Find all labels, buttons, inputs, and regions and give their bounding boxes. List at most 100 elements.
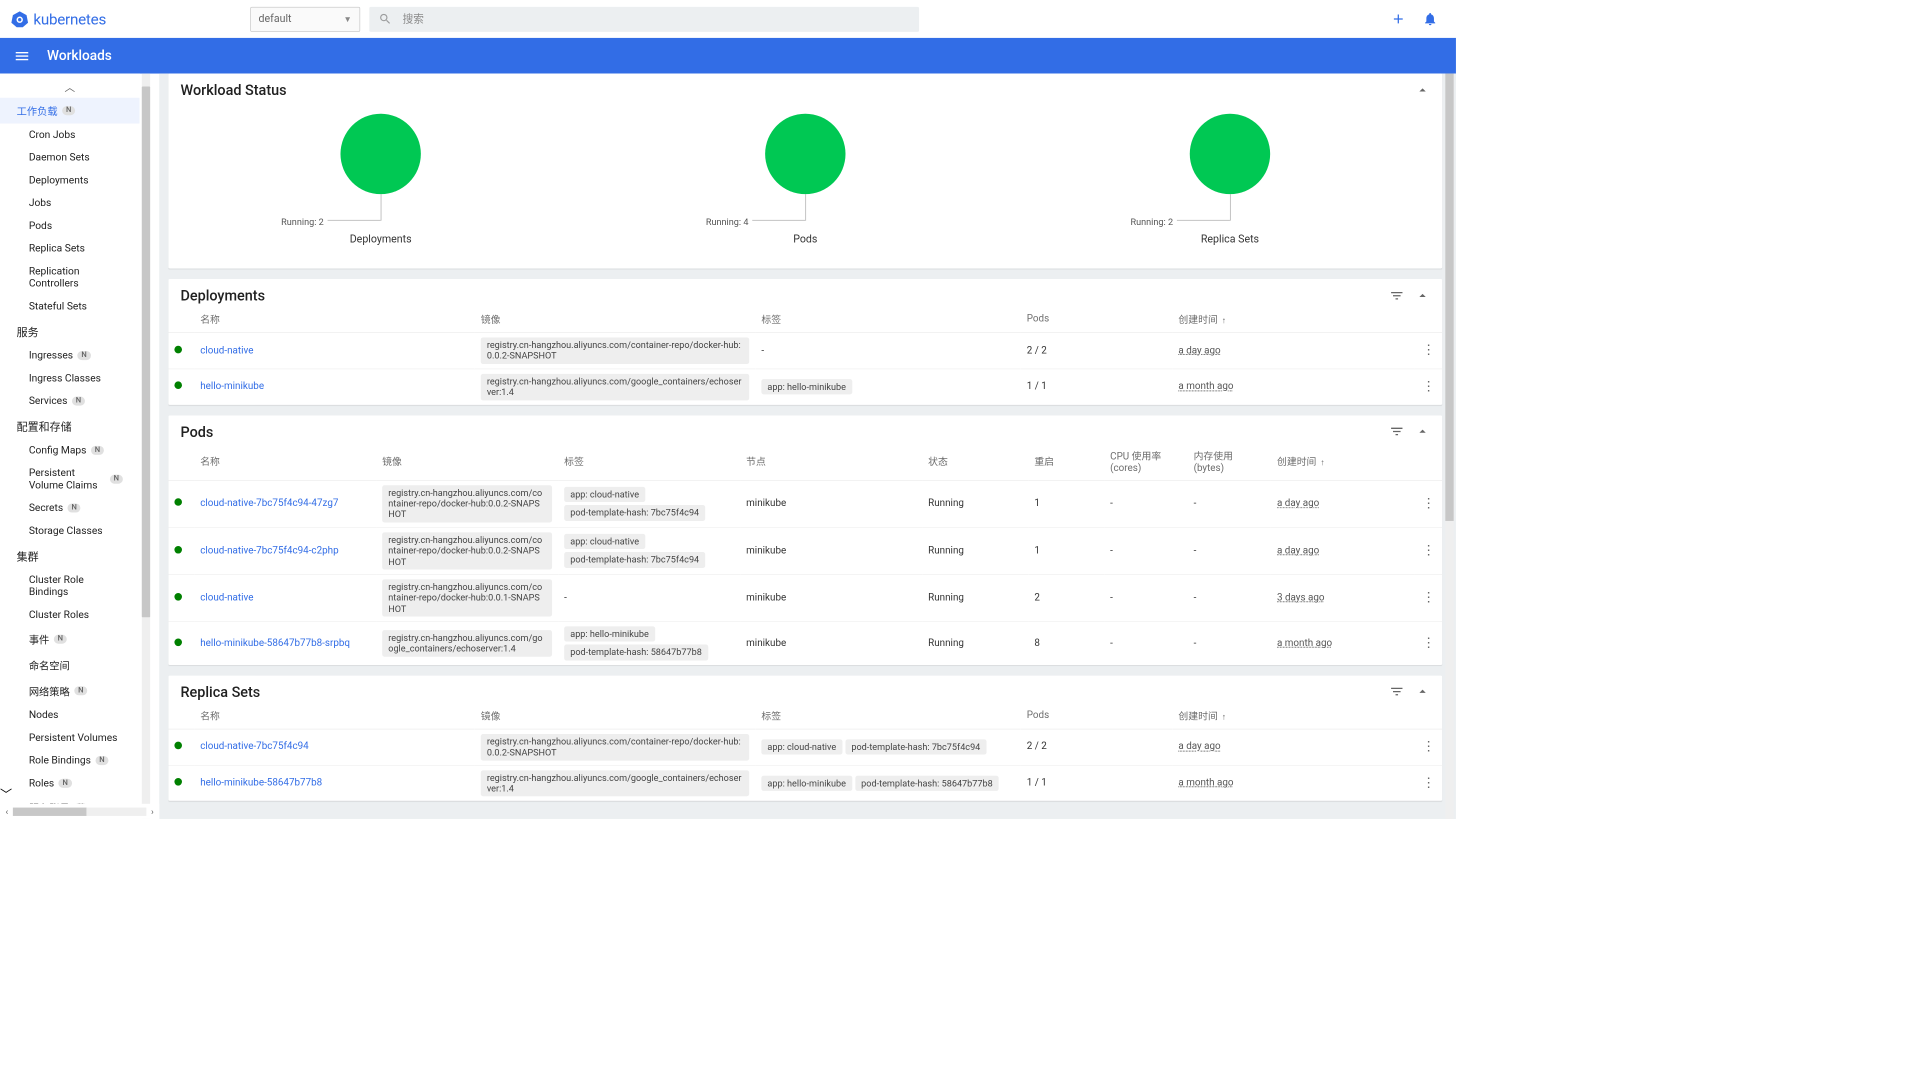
sidebar-item[interactable]: IngressesN: [0, 344, 140, 367]
table-row: hello-minikube-58647b77b8 registry.cn-ha…: [168, 765, 1442, 801]
collapse-icon[interactable]: [1415, 288, 1430, 303]
filter-icon[interactable]: [1389, 684, 1404, 699]
sidebar-item[interactable]: Config MapsN: [0, 439, 140, 462]
sidebar-item[interactable]: Replication Controllers: [0, 260, 140, 295]
sidebar-group-title[interactable]: 集群: [0, 542, 140, 569]
sidebar-h-scrollbar[interactable]: ‹ ›: [0, 804, 159, 819]
name-link[interactable]: hello-minikube: [200, 381, 264, 392]
name-link[interactable]: cloud-native-7bc75f4c94: [200, 741, 309, 752]
content-area: Workload Status Running: 2 Deployments R…: [159, 74, 1456, 819]
name-link[interactable]: cloud-native: [200, 345, 253, 356]
pods-cell: 1 / 1: [1021, 369, 1173, 405]
sidebar-group-title[interactable]: 配置和存储: [0, 413, 140, 440]
sidebar-item[interactable]: Daemon Sets: [0, 146, 140, 169]
sidebar-item[interactable]: 命名空间: [0, 652, 140, 678]
more-icon[interactable]: ⋮: [1422, 378, 1436, 394]
scroll-left-icon[interactable]: ‹: [2, 806, 11, 817]
content-scrollbar[interactable]: [1444, 74, 1456, 819]
image-chip[interactable]: registry.cn-hangzhou.aliyuncs.com/contai…: [481, 734, 749, 760]
sidebar-item[interactable]: Storage Classes: [0, 519, 140, 542]
sidebar-scrollbar[interactable]: [140, 74, 160, 819]
workload-status-card: Workload Status Running: 2 Deployments R…: [168, 74, 1442, 269]
name-link[interactable]: cloud-native: [200, 592, 253, 603]
image-chip[interactable]: registry.cn-hangzhou.aliyuncs.com/contai…: [382, 579, 552, 616]
label-chip[interactable]: app: cloud-native: [761, 739, 842, 754]
more-icon[interactable]: ⋮: [1422, 739, 1436, 755]
more-icon[interactable]: ⋮: [1422, 589, 1436, 605]
collapse-icon[interactable]: [1415, 82, 1430, 97]
image-chip[interactable]: registry.cn-hangzhou.aliyuncs.com/contai…: [382, 532, 552, 569]
label-chip[interactable]: app: hello-minikube: [761, 776, 852, 791]
sidebar-item[interactable]: Jobs: [0, 192, 140, 215]
sidebar-item[interactable]: 网络策略N: [0, 678, 140, 704]
sort-up-icon[interactable]: ↑: [1222, 315, 1226, 325]
table-row: cloud-native-7bc75f4c94 registry.cn-hang…: [168, 729, 1442, 765]
sidebar-item[interactable]: Replica Sets: [0, 237, 140, 260]
label-chip[interactable]: app: cloud-native: [564, 534, 645, 549]
more-icon[interactable]: ⋮: [1422, 342, 1436, 358]
scroll-right-icon[interactable]: ›: [148, 806, 157, 817]
sidebar-item[interactable]: ServicesN: [0, 390, 140, 413]
status-dot: [174, 778, 182, 786]
label-chip[interactable]: pod-template-hash: 58647b77b8: [564, 645, 708, 660]
sidebar-item[interactable]: Cron Jobs: [0, 124, 140, 147]
sidebar-group-title[interactable]: 服务: [0, 318, 140, 345]
more-icon[interactable]: ⋮: [1422, 775, 1436, 791]
sidebar-item[interactable]: Cluster Roles: [0, 604, 140, 627]
name-link[interactable]: cloud-native-7bc75f4c94-c2php: [200, 545, 338, 556]
collapse-icon[interactable]: [1415, 684, 1430, 699]
image-chip[interactable]: registry.cn-hangzhou.aliyuncs.com/google…: [481, 770, 749, 796]
more-icon[interactable]: ⋮: [1422, 635, 1436, 651]
collapse-icon[interactable]: [1415, 424, 1430, 439]
more-icon[interactable]: ⋮: [1422, 542, 1436, 558]
sidebar-item[interactable]: Cluster Role Bindings: [0, 569, 140, 604]
sidebar-item[interactable]: Persistent Volume ClaimsN: [0, 462, 140, 497]
label-chip[interactable]: pod-template-hash: 7bc75f4c94: [564, 552, 705, 567]
restarts-cell: 1: [1028, 527, 1104, 574]
search-input[interactable]: 搜索: [369, 6, 919, 31]
sort-up-icon[interactable]: ↑: [1222, 712, 1226, 722]
sidebar-item-label: Ingress Classes: [29, 372, 101, 384]
restarts-cell: 2: [1028, 574, 1104, 621]
sidebar-item[interactable]: 工作负载N: [0, 98, 140, 124]
sort-up-icon[interactable]: ↑: [1320, 457, 1324, 467]
sidebar-item-label: Cluster Roles: [29, 609, 89, 621]
name-link[interactable]: hello-minikube-58647b77b8: [200, 777, 322, 788]
sidebar-item[interactable]: Stateful Sets: [0, 295, 140, 318]
label-chip[interactable]: app: cloud-native: [564, 487, 645, 502]
sidebar-item[interactable]: Pods: [0, 215, 140, 238]
cpu-cell: -: [1104, 527, 1187, 574]
filter-icon[interactable]: [1389, 288, 1404, 303]
label-chip[interactable]: app: hello-minikube: [564, 626, 655, 641]
node-cell: minikube: [740, 480, 922, 527]
label-chip[interactable]: pod-template-hash: 58647b77b8: [855, 776, 999, 791]
node-cell: minikube: [740, 574, 922, 621]
sidebar-item[interactable]: 事件N: [0, 626, 140, 652]
filter-icon[interactable]: [1389, 424, 1404, 439]
name-link[interactable]: cloud-native-7bc75f4c94-47zg7: [200, 498, 338, 509]
table-row: cloud-native registry.cn-hangzhou.aliyun…: [168, 333, 1442, 369]
label-chip[interactable]: pod-template-hash: 7bc75f4c94: [564, 505, 705, 520]
sidebar-item[interactable]: Role BindingsN: [0, 749, 140, 772]
bell-icon[interactable]: [1423, 11, 1438, 26]
image-chip[interactable]: registry.cn-hangzhou.aliyuncs.com/google…: [382, 630, 552, 656]
add-icon[interactable]: [1391, 11, 1406, 26]
sidebar-item-label: Pods: [29, 220, 52, 232]
image-chip[interactable]: registry.cn-hangzhou.aliyuncs.com/google…: [481, 374, 749, 400]
image-chip[interactable]: registry.cn-hangzhou.aliyuncs.com/contai…: [481, 337, 749, 363]
sidebar-item[interactable]: Nodes: [0, 704, 140, 727]
sidebar-collapse-up[interactable]: ︿: [0, 77, 140, 98]
name-link[interactable]: hello-minikube-58647b77b8-srpbq: [200, 637, 350, 648]
more-icon[interactable]: ⋮: [1422, 495, 1436, 511]
sidebar-item[interactable]: Persistent Volumes: [0, 726, 140, 749]
menu-icon[interactable]: [14, 47, 31, 64]
sidebar-collapse-down[interactable]: ﹀: [0, 784, 140, 802]
status-cell: Running: [922, 480, 1028, 527]
label-chip[interactable]: pod-template-hash: 7bc75f4c94: [845, 739, 986, 754]
sidebar-item[interactable]: SecretsN: [0, 497, 140, 520]
sidebar-item[interactable]: Ingress Classes: [0, 367, 140, 390]
namespace-select[interactable]: default ▼: [250, 6, 360, 31]
sidebar-item[interactable]: Deployments: [0, 169, 140, 192]
image-chip[interactable]: registry.cn-hangzhou.aliyuncs.com/contai…: [382, 485, 552, 522]
label-chip[interactable]: app: hello-minikube: [761, 379, 852, 394]
